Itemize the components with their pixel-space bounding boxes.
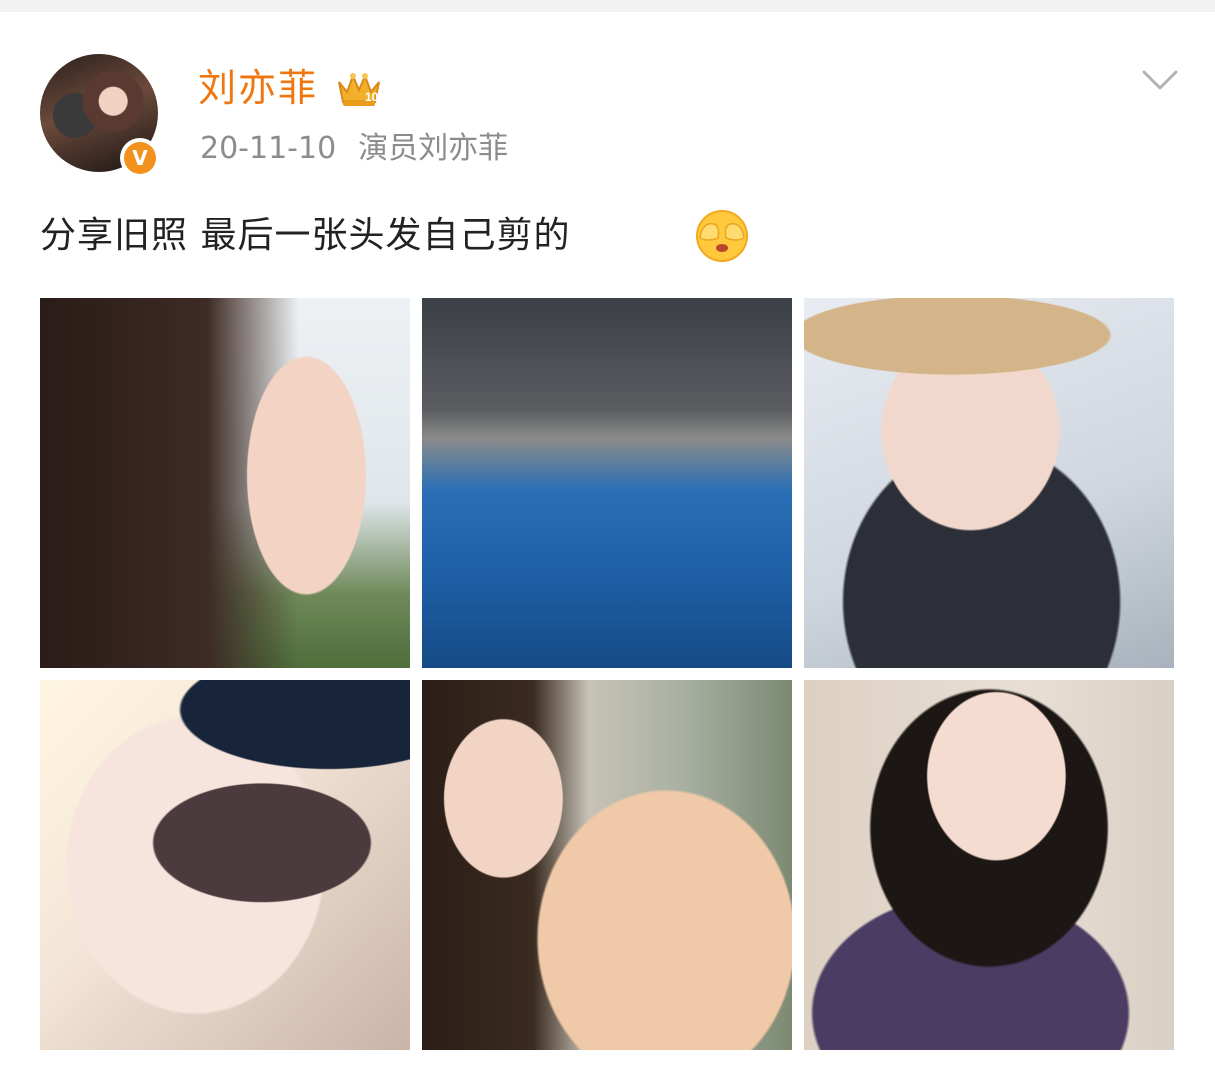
username[interactable]: 刘亦菲 (198, 62, 318, 114)
shy-cover-face-emoji (696, 210, 748, 262)
photo-1[interactable] (40, 298, 410, 668)
post-text: 分享旧照 最后一张头发自己剪的 (40, 215, 571, 256)
post-date: 20-11-10 (200, 131, 337, 166)
verified-v-icon: V (124, 142, 156, 174)
post-meta: 20-11-10 演员刘亦菲 (200, 126, 508, 172)
photo-2[interactable] (422, 298, 792, 668)
photo-4[interactable] (40, 680, 410, 1050)
verified-badge: V (120, 138, 160, 178)
post-source[interactable]: 演员刘亦菲 (358, 131, 508, 166)
photo-6[interactable] (804, 680, 1174, 1050)
photo-grid (40, 298, 1174, 1050)
chevron-down-icon[interactable] (1140, 64, 1180, 98)
photo-5[interactable] (422, 680, 792, 1050)
member-level: 10 (365, 90, 379, 104)
top-bar (0, 0, 1215, 12)
photo-3[interactable] (804, 298, 1174, 668)
crown-icon[interactable]: 10 (333, 68, 385, 110)
